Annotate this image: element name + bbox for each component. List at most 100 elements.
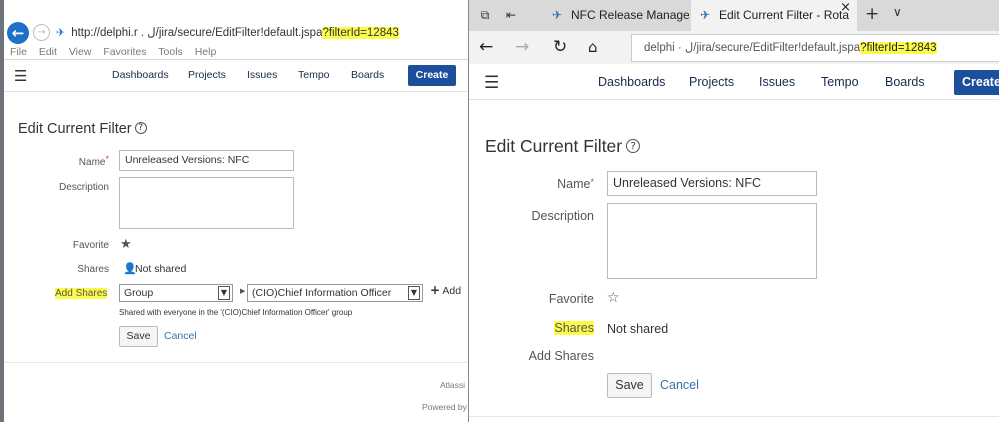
url-highlight: ?filterId=12843 bbox=[860, 42, 937, 54]
shares-value: Not shared bbox=[135, 263, 187, 275]
shares-value: Not shared bbox=[607, 322, 669, 336]
tab-nfc-release[interactable]: ✈ NFC Release Management E bbox=[543, 0, 689, 31]
star-icon[interactable]: ☆ bbox=[607, 290, 620, 306]
address-bar: ← → ↻ ⌂ delphi · ل/jira/secure/EditFilte… bbox=[469, 31, 999, 64]
share-type-select[interactable]: Group ▼ bbox=[119, 284, 233, 302]
jira-favicon-icon: ✈ bbox=[699, 8, 711, 22]
home-icon[interactable]: ⌂ bbox=[588, 37, 598, 57]
hamburger-icon[interactable]: ☰ bbox=[14, 69, 27, 84]
forward-arrow-icon[interactable]: → bbox=[33, 24, 50, 41]
footer: Atlassi Powered by bbox=[4, 362, 468, 422]
nav-dashboards[interactable]: Dashboards bbox=[112, 69, 169, 81]
favorite-label: Favorite bbox=[548, 292, 594, 306]
jira-favicon-icon: ✈ bbox=[551, 8, 563, 22]
menu-edit[interactable]: Edit bbox=[39, 46, 57, 58]
add-shares-label: Add Shares bbox=[55, 288, 108, 299]
shares-label: Shares bbox=[469, 321, 594, 335]
footer-powered-by: Powered by bbox=[422, 402, 467, 412]
description-label: Description bbox=[58, 182, 109, 193]
menu-tools[interactable]: Tools bbox=[158, 46, 183, 58]
nav-issues[interactable]: Issues bbox=[247, 69, 277, 81]
star-icon[interactable]: ★ bbox=[120, 237, 132, 252]
share-group-value: (CIO)Chief Information Officer bbox=[252, 287, 392, 299]
name-field[interactable]: Unreleased Versions: NFC bbox=[607, 171, 817, 196]
ie-window: ← → ✈ http://delphi.r . ل/jira/secure/Ed… bbox=[0, 0, 468, 422]
close-icon[interactable]: × bbox=[840, 0, 851, 15]
add-share-label: Add bbox=[442, 285, 462, 297]
help-icon[interactable]: ? bbox=[626, 139, 641, 153]
favorite-label: Favorite bbox=[72, 240, 109, 251]
nav-projects[interactable]: Projects bbox=[689, 75, 734, 89]
page-title: Edit Current Filter? bbox=[18, 121, 147, 137]
nav-projects[interactable]: Projects bbox=[188, 69, 226, 81]
ie-url-field[interactable]: ✈ http://delphi.r . ل/jira/secure/EditFi… bbox=[56, 23, 468, 43]
menu-view[interactable]: View bbox=[69, 46, 92, 58]
create-button[interactable]: Create bbox=[954, 70, 999, 95]
ie-url-highlight: ?filterId=12843 bbox=[322, 27, 399, 39]
back-arrow-icon[interactable]: ← bbox=[479, 37, 493, 57]
divider bbox=[469, 416, 999, 417]
create-button[interactable]: Create bbox=[408, 65, 456, 86]
jira-favicon-icon: ✈ bbox=[56, 26, 66, 39]
name-label: Name* bbox=[9, 154, 109, 168]
save-button[interactable]: Save bbox=[119, 326, 158, 347]
ie-url-text: http://delphi.r . ل/jira/secure/EditFilt… bbox=[71, 27, 323, 39]
shares-label-text: Shares bbox=[554, 321, 594, 335]
url-field[interactable]: delphi · ل/jira/secure/EditFilter!defaul… bbox=[631, 34, 999, 62]
shares-label: Shares bbox=[77, 264, 109, 275]
required-asterisk: * bbox=[105, 154, 109, 164]
tab-bar: ⧉ ⇤ ✈ NFC Release Management E ✈ Edit Curr… bbox=[469, 0, 999, 31]
jira-header: ☰ Dashboards Projects Issues Tempo Board… bbox=[469, 64, 999, 100]
add-share-button[interactable]: + Add bbox=[430, 283, 461, 297]
url-text: delphi · ل/jira/secure/EditFilter!defaul… bbox=[644, 42, 861, 54]
share-group-select[interactable]: (CIO)Chief Information Officer ▼ bbox=[247, 284, 423, 302]
share-type-value: Group bbox=[124, 287, 154, 299]
refresh-icon[interactable]: ↻ bbox=[553, 37, 567, 57]
name-label-text: Name bbox=[557, 177, 591, 191]
chevron-down-icon: ▼ bbox=[218, 286, 230, 300]
tab-manager-icon[interactable]: ⧉ bbox=[477, 7, 493, 23]
share-hint: Shared with everyone in the '(CIO)Chief … bbox=[119, 308, 353, 317]
cancel-link[interactable]: Cancel bbox=[660, 378, 699, 392]
set-aside-tabs-icon[interactable]: ⇤ bbox=[503, 7, 519, 23]
add-shares-label-text: Add Shares bbox=[55, 288, 108, 299]
tab-title: NFC Release Management E bbox=[571, 8, 689, 22]
menu-help[interactable]: Help bbox=[195, 46, 217, 58]
plus-icon: + bbox=[430, 283, 441, 297]
menu-file[interactable]: File bbox=[10, 46, 27, 58]
save-button[interactable]: Save bbox=[607, 373, 652, 398]
description-field[interactable] bbox=[607, 203, 817, 279]
tab-title: Edit Current Filter - Rota bbox=[719, 8, 850, 22]
nav-dashboards[interactable]: Dashboards bbox=[598, 75, 665, 89]
edge-window: ⧉ ⇤ ✈ NFC Release Management E ✈ Edit Curr… bbox=[468, 0, 999, 422]
ie-menu-bar: File Edit View Favorites Tools Help bbox=[10, 46, 225, 58]
tab-edit-filter[interactable]: ✈ Edit Current Filter - Rota × bbox=[691, 0, 857, 31]
chevron-down-icon: ▼ bbox=[408, 286, 420, 300]
page-title: Edit Current Filter? bbox=[485, 136, 641, 157]
add-shares-label: Add Shares bbox=[528, 349, 594, 363]
required-asterisk: * bbox=[590, 177, 594, 187]
footer-atlassian[interactable]: Atlassi bbox=[440, 380, 465, 390]
jira-header: ☰ Dashboards Projects Issues Tempo Board… bbox=[4, 60, 468, 92]
ie-address-bar: ← → ✈ http://delphi.r . ل/jira/secure/Ed… bbox=[4, 20, 468, 46]
name-field[interactable]: Unreleased Versions: NFC bbox=[119, 150, 294, 171]
nav-boards[interactable]: Boards bbox=[885, 75, 925, 89]
nav-boards[interactable]: Boards bbox=[351, 69, 384, 81]
name-label-text: Name bbox=[78, 157, 106, 168]
back-arrow-icon[interactable]: ← bbox=[7, 22, 29, 44]
nav-tempo[interactable]: Tempo bbox=[821, 75, 859, 89]
help-icon[interactable]: ? bbox=[134, 122, 147, 134]
nav-tempo[interactable]: Tempo bbox=[298, 69, 330, 81]
page-title-text: Edit Current Filter bbox=[485, 136, 623, 156]
description-field[interactable] bbox=[119, 177, 294, 229]
page-title-text: Edit Current Filter bbox=[18, 121, 132, 137]
cancel-link[interactable]: Cancel bbox=[164, 330, 197, 342]
chevron-down-icon[interactable]: ∨ bbox=[893, 5, 902, 19]
name-label: Name* bbox=[469, 177, 594, 191]
filter-form: Edit Current Filter? Name* Unreleased Ve… bbox=[4, 93, 468, 363]
new-tab-icon[interactable]: + bbox=[865, 4, 879, 24]
hamburger-icon[interactable]: ☰ bbox=[484, 73, 499, 93]
forward-arrow-icon[interactable]: → bbox=[515, 37, 529, 57]
menu-favorites[interactable]: Favorites bbox=[103, 46, 146, 58]
nav-issues[interactable]: Issues bbox=[759, 75, 795, 89]
